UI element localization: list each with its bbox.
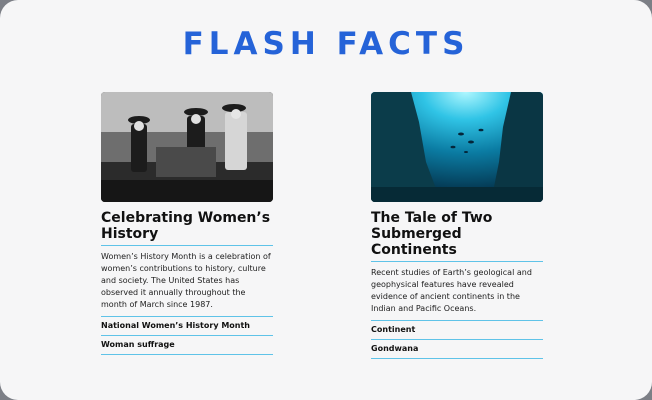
article-summary: Recent studies of Earth’s geological and…	[371, 267, 543, 321]
article-summary: Women’s History Month is a celebration o…	[101, 251, 273, 317]
article-title[interactable]: The Tale of Two Submerged Continents	[371, 210, 543, 262]
article-card-womens-history[interactable]: Celebrating Women’s History Women’s Hist…	[101, 92, 273, 355]
article-card-submerged-continents[interactable]: The Tale of Two Submerged Continents Rec…	[371, 92, 543, 359]
topic-link-gondwana[interactable]: Gondwana	[371, 340, 543, 359]
suffrage-parade-illustration	[101, 92, 273, 202]
underwater-illustration	[371, 92, 543, 202]
topic-link-woman-suffrage[interactable]: Woman suffrage	[101, 336, 273, 355]
topic-link-national-womens-history-month[interactable]: National Women’s History Month	[101, 317, 273, 336]
page-title: FLASH FACTS	[182, 26, 470, 62]
article-title[interactable]: Celebrating Women’s History	[101, 210, 273, 246]
topic-link-continent[interactable]: Continent	[371, 321, 543, 340]
underwater-ocean-photo[interactable]	[371, 92, 543, 202]
suffrage-parade-photo[interactable]	[101, 92, 273, 202]
flash-facts-card: FLASH FACTS Celebrating Women’s History …	[0, 0, 652, 400]
